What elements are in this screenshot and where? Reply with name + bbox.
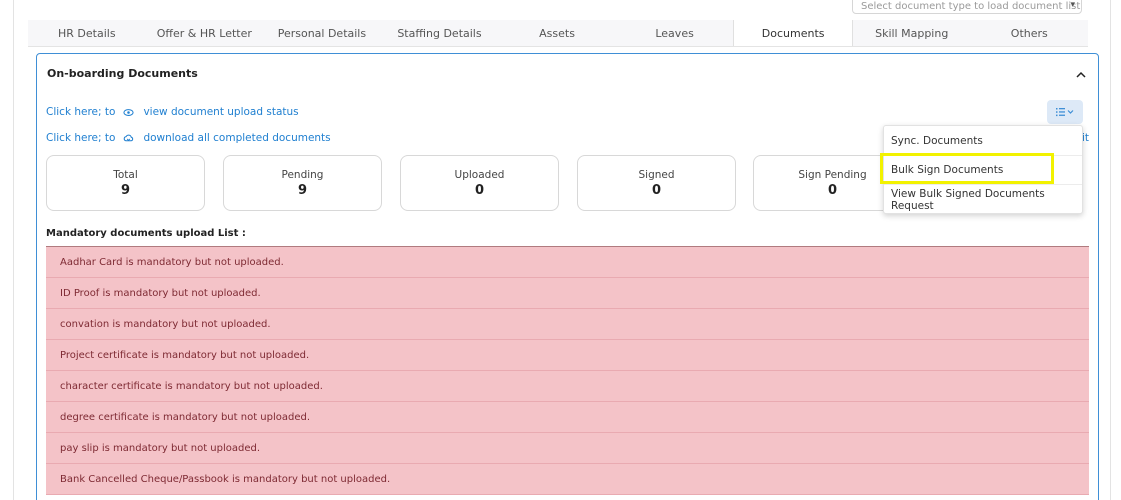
mandatory-list-item: ID Proof is mandatory but not uploaded.	[46, 278, 1089, 309]
view-upload-status-link[interactable]: view document upload status	[143, 106, 298, 118]
chevron-up-icon[interactable]	[1076, 70, 1086, 80]
list-menu-icon	[1056, 108, 1074, 117]
stat-value: 9	[120, 183, 131, 198]
mandatory-list-item: Project certificate is mandatory but not…	[46, 340, 1089, 371]
view-upload-status-row: Click here; to view document upload stat…	[46, 106, 299, 118]
download-completed-link[interactable]: download all completed documents	[143, 132, 330, 144]
mandatory-documents-list: Aadhar Card is mandatory but not uploade…	[46, 246, 1089, 495]
tab-personal-details[interactable]: Personal Details	[263, 20, 381, 46]
menu-item-sync-documents[interactable]: Sync. Documents	[884, 127, 1082, 156]
tab-staffing-details[interactable]: Staffing Details	[381, 20, 499, 46]
stat-card-uploaded: Uploaded 0	[400, 155, 559, 211]
tab-assets[interactable]: Assets	[498, 20, 616, 46]
download-completed-row: Click here; to download all completed do…	[46, 132, 331, 144]
tab-leaves[interactable]: Leaves	[616, 20, 734, 46]
mandatory-list-item: character certificate is mandatory but n…	[46, 371, 1089, 402]
tab-bar: HR Details Offer & HR Letter Personal De…	[28, 20, 1088, 47]
tab-offer-hr-letter[interactable]: Offer & HR Letter	[146, 20, 264, 46]
chevron-down-icon: ▾	[1070, 0, 1075, 10]
cloud-download-icon	[124, 134, 134, 141]
document-type-select[interactable]: Select document type to load document li…	[852, 0, 1082, 14]
menu-item-bulk-sign-documents[interactable]: Bulk Sign Documents	[884, 156, 1082, 185]
mandatory-list-item: Aadhar Card is mandatory but not uploade…	[46, 247, 1089, 278]
onboarding-documents-panel: On-boarding Documents Click here; to vie…	[36, 53, 1099, 500]
actions-dropdown-menu: Sync. Documents Bulk Sign Documents View…	[883, 125, 1083, 214]
document-type-placeholder: Select document type to load document li…	[861, 1, 1081, 12]
panel-title: On-boarding Documents	[47, 67, 198, 80]
stat-card-signed: Signed 0	[577, 155, 736, 211]
menu-item-view-bulk-signed-requests[interactable]: View Bulk Signed Documents Request	[884, 185, 1082, 214]
mandatory-list-item: degree certificate is mandatory but not …	[46, 402, 1089, 433]
tab-hr-details[interactable]: HR Details	[28, 20, 146, 46]
stat-label: Pending	[281, 169, 324, 181]
stat-label: Uploaded	[454, 169, 505, 181]
click-here-prefix: Click here; to	[46, 106, 116, 118]
mandatory-list-item: convation is mandatory but not uploaded.	[46, 309, 1089, 340]
stat-label: Signed	[638, 169, 675, 181]
mandatory-list-title: Mandatory documents upload List :	[46, 228, 246, 239]
stat-card-total: Total 9	[46, 155, 205, 211]
eye-icon	[123, 108, 135, 116]
click-here-prefix: Click here; to	[46, 132, 116, 144]
stat-value: 0	[474, 183, 485, 198]
tab-skill-mapping[interactable]: Skill Mapping	[853, 20, 971, 46]
stat-label: Total	[113, 169, 138, 181]
mandatory-list-item: Bank Cancelled Cheque/Passbook is mandat…	[46, 464, 1089, 495]
truncated-edge-text: it	[1082, 132, 1090, 144]
stat-card-pending: Pending 9	[223, 155, 382, 211]
tab-documents[interactable]: Documents	[733, 20, 853, 46]
tab-others[interactable]: Others	[971, 20, 1089, 46]
stat-value: 0	[651, 183, 662, 198]
stat-value: 9	[297, 183, 308, 198]
mandatory-list-item: pay slip is mandatory but not uploaded.	[46, 433, 1089, 464]
actions-menu-button[interactable]	[1047, 100, 1083, 124]
